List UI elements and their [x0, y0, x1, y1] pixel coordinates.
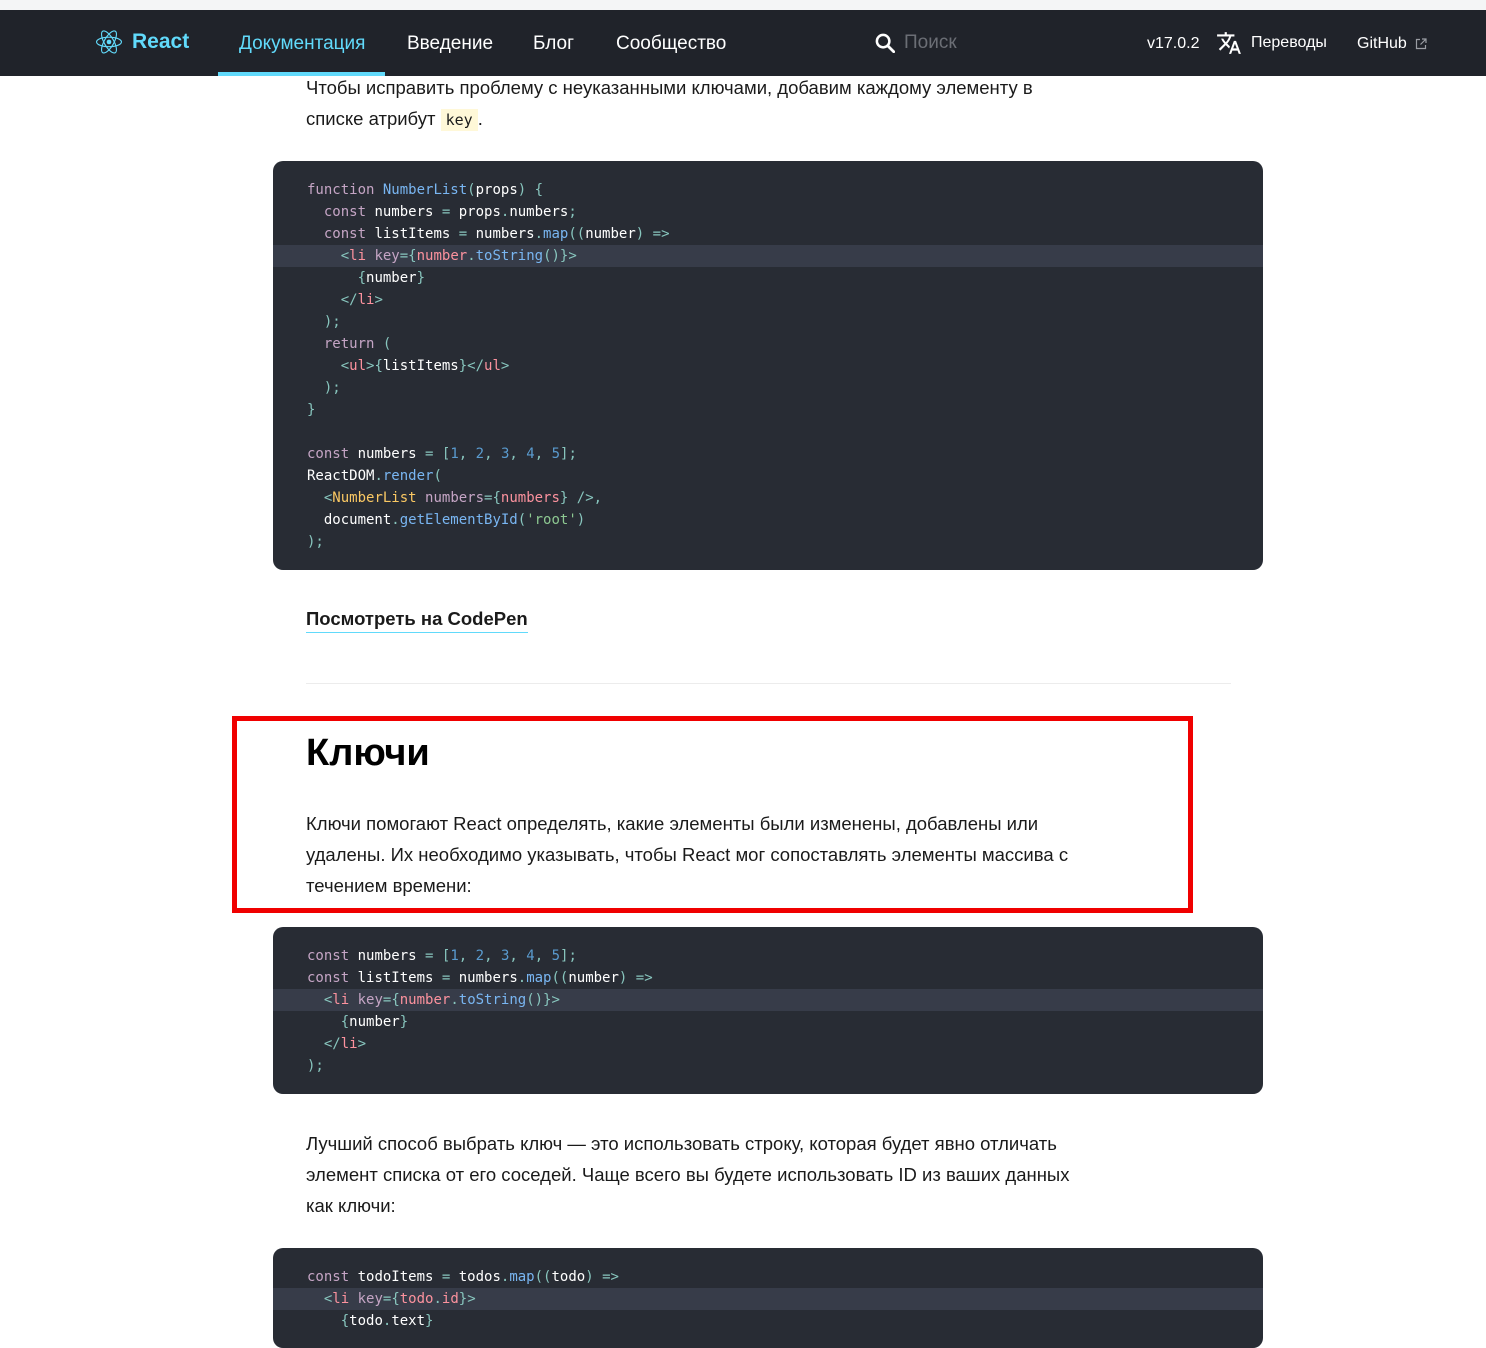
code-line: const todoItems = todos.map((todo) =>: [307, 1269, 619, 1285]
code-line-highlighted: <li key={number.toString()}>: [273, 989, 1263, 1011]
code-line: {todo.text}: [340, 1313, 434, 1329]
code-block-todos: const todoItems = todos.map((todo) => <l…: [273, 1248, 1263, 1348]
code-line: const numbers = [1, 2, 3, 4, 5];: [307, 446, 577, 462]
react-logo-link[interactable]: React: [96, 29, 189, 55]
code-line: document.getElementById('root'): [307, 512, 586, 528]
codepen-link[interactable]: Посмотреть на CodePen: [306, 606, 528, 633]
code-line: </li>: [340, 292, 383, 308]
intro-paragraph: Чтобы исправить проблему с неуказанными …: [306, 72, 1086, 136]
search-icon: [875, 33, 895, 53]
code-line: const numbers = props.numbers;: [323, 204, 577, 220]
section-heading-keys: Ключи: [306, 732, 430, 774]
browser-top-strip: [0, 0, 1486, 10]
search-box[interactable]: [875, 32, 1104, 54]
nav-link-blog[interactable]: Блог: [533, 10, 574, 76]
code-line: );: [307, 1058, 324, 1074]
github-link[interactable]: GitHub: [1357, 10, 1427, 78]
code-line-highlighted: <li key={todo.id}>: [273, 1288, 1263, 1310]
code-line: );: [323, 380, 341, 396]
code-line: <ul>{listItems}</ul>: [340, 358, 510, 374]
code-line: }: [307, 402, 316, 418]
code-block-keys: const numbers = [1, 2, 3, 4, 5]; const l…: [273, 927, 1263, 1094]
code-line: const numbers = [1, 2, 3, 4, 5];: [307, 948, 577, 964]
section-divider: [306, 683, 1231, 684]
version-link[interactable]: v17.0.2: [1147, 10, 1199, 78]
translations-label: Переводы: [1251, 34, 1327, 51]
github-label: GitHub: [1357, 35, 1407, 52]
keys-paragraph: Ключи помогают React определять, какие э…: [306, 813, 1069, 896]
code-line: <NumberList numbers={numbers} />,: [323, 490, 603, 506]
search-input[interactable]: [904, 32, 1104, 54]
code-line: const listItems = numbers.map((number) =…: [307, 970, 653, 986]
nav-link-community[interactable]: Сообщество: [616, 10, 726, 76]
external-link-icon: [1415, 38, 1427, 50]
code-line: );: [307, 534, 324, 550]
top-navbar: React Документация Введение Блог Сообщес…: [0, 10, 1486, 76]
translations-link[interactable]: Переводы: [1216, 30, 1327, 56]
intro-text-end: .: [477, 108, 483, 129]
best-key-paragraph: Лучший способ выбрать ключ — это использ…: [306, 1133, 1070, 1216]
code-block-number-list: function NumberList(props) { const numbe…: [273, 161, 1263, 570]
code-line: function NumberList(props) {: [307, 182, 544, 198]
code-line-highlighted: <li key={number.toString()}>: [273, 245, 1263, 267]
code-line: );: [323, 314, 341, 330]
code-line: const listItems = numbers.map((number) =…: [323, 226, 670, 242]
logo-text: React: [132, 30, 190, 53]
intro-text: Чтобы исправить проблему с неуказанными …: [306, 77, 1033, 129]
code-line: </li>: [323, 1036, 367, 1052]
nav-link-docs[interactable]: Документация: [239, 10, 365, 76]
react-atom-icon: [96, 30, 122, 54]
code-line: {number}: [340, 1014, 409, 1030]
code-line: ReactDOM.render(: [307, 468, 442, 484]
inline-code-key: key: [440, 109, 478, 131]
code-line: {number}: [357, 270, 426, 286]
translate-icon: [1217, 32, 1241, 54]
code-line: return (: [323, 336, 392, 352]
nav-link-tutorial[interactable]: Введение: [407, 10, 493, 76]
